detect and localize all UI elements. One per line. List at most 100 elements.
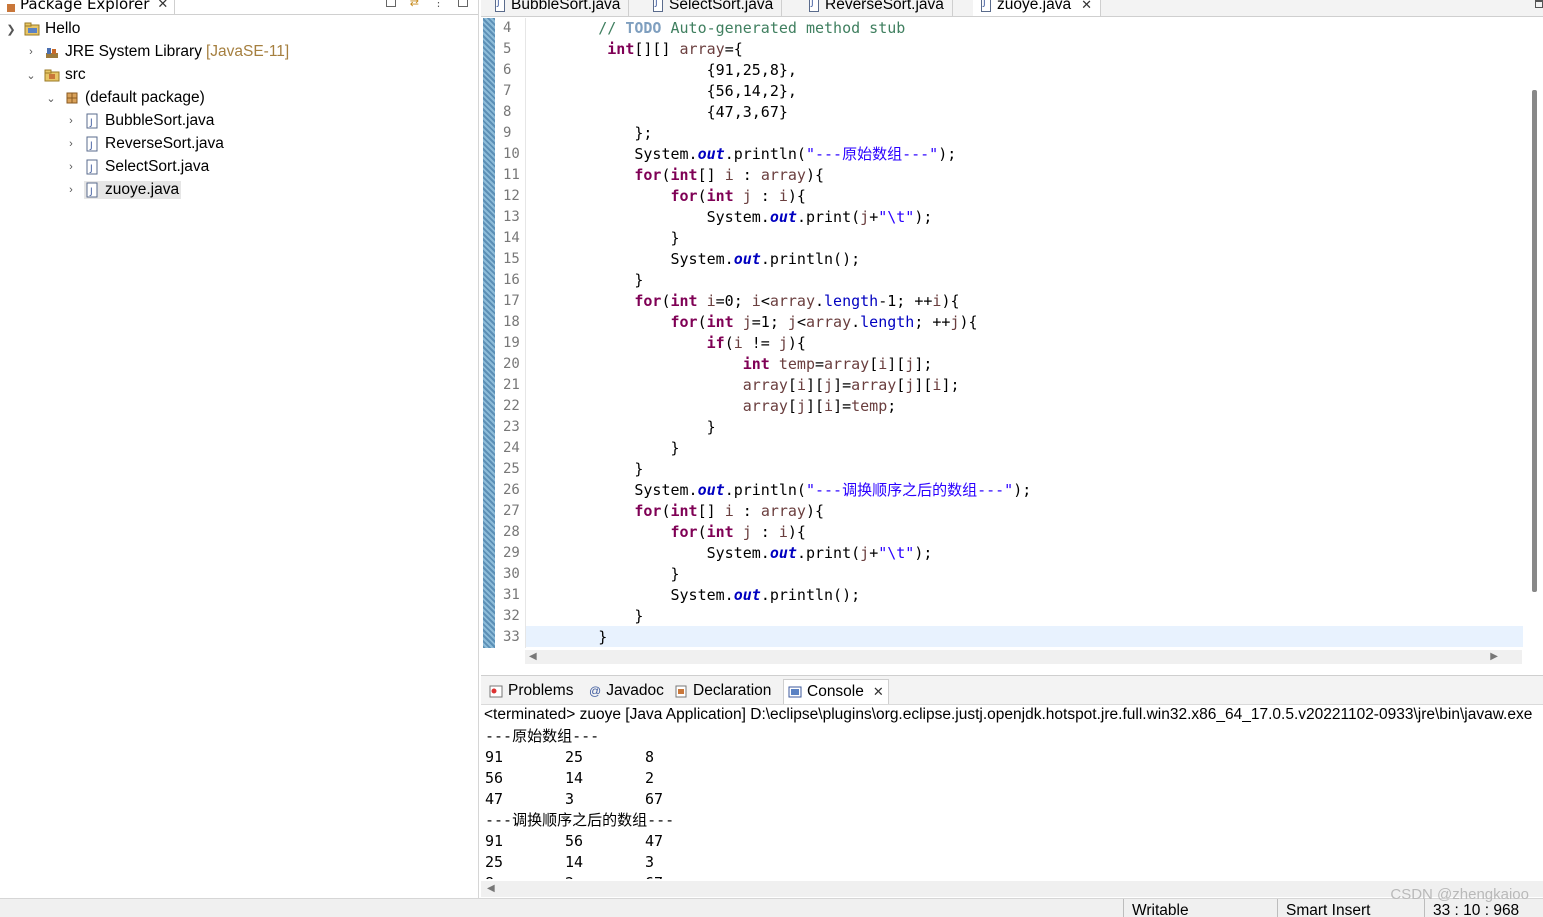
- scroll-right-icon[interactable]: ▶: [1490, 650, 1498, 664]
- minimize-icon[interactable]: [458, 0, 468, 7]
- scroll-left-icon[interactable]: ◀: [529, 650, 537, 664]
- editor-tab-bar: BubbleSort.java SelectSort.java ReverseS…: [481, 0, 1543, 17]
- tab-reversesort[interactable]: ReverseSort.java: [801, 0, 953, 16]
- code-line: {56,14,2},: [526, 82, 797, 100]
- view-menu-icon[interactable]: ⋮: [433, 0, 444, 9]
- vertical-scrollbar-thumb[interactable]: [1532, 90, 1537, 592]
- tab-selectsort[interactable]: SelectSort.java: [645, 0, 783, 16]
- chevron-down-icon[interactable]: ⌄: [24, 69, 38, 82]
- output-cell: 56: [485, 769, 504, 787]
- output-cell: 67: [645, 873, 725, 879]
- tree-item-label: src: [65, 66, 86, 83]
- java-file-icon: J: [84, 159, 100, 175]
- console-horizontal-scrollbar[interactable]: ◀: [481, 881, 1543, 897]
- chevron-right-icon[interactable]: ›: [64, 115, 78, 127]
- output-cell: 25: [485, 853, 504, 871]
- tab-console[interactable]: Console ✕: [783, 679, 889, 704]
- line-number: 16: [503, 272, 520, 288]
- horizontal-scrollbar[interactable]: ◀ ▶: [525, 650, 1522, 664]
- maximize-icon[interactable]: [1535, 0, 1543, 8]
- console-line: ---原始数组---: [485, 727, 600, 745]
- tree-item-selectsort[interactable]: › J SelectSort.java: [64, 156, 209, 178]
- code-line: System.out.println();: [526, 250, 861, 268]
- console-line: 25 14 3: [485, 852, 1535, 873]
- line-number: 31: [503, 587, 520, 603]
- svg-text:J: J: [89, 164, 93, 174]
- code-line: for(int j : i){: [670, 523, 806, 541]
- close-icon[interactable]: ✕: [157, 0, 168, 12]
- tree-item-src[interactable]: ⌄ src: [24, 64, 86, 86]
- tab-zuoye[interactable]: zuoye.java ✕: [973, 0, 1102, 16]
- line-number: 33: [503, 629, 520, 645]
- tab-label: Declaration: [693, 682, 772, 699]
- java-file-icon: J: [84, 182, 100, 198]
- bottom-panel: Problems @ Javadoc Declaration Console ✕…: [481, 675, 1543, 899]
- tree-item-bubblesort[interactable]: › J BubbleSort.java: [64, 110, 214, 132]
- line-number: 12: [503, 188, 520, 204]
- code-line: for(int j=1; j<array.length; ++j){: [670, 313, 978, 331]
- tree-item-label: (default package): [85, 89, 205, 106]
- line-number: 8: [503, 104, 512, 120]
- code-text-area[interactable]: // TODO Auto-generated method stub int[]…: [525, 18, 1523, 648]
- chevron-down-icon[interactable]: ⌄: [44, 92, 58, 105]
- line-number: 22: [503, 398, 520, 414]
- code-line: }: [526, 607, 644, 625]
- tree-item-reversesort[interactable]: › J ReverseSort.java: [64, 133, 224, 155]
- line-number: 18: [503, 314, 520, 330]
- console-output[interactable]: ---原始数组--- 91 25 8 56 14 2 47 3 67 ---调换…: [485, 726, 1535, 879]
- console-process-header: <terminated> zuoye [Java Application] D:…: [484, 706, 1533, 723]
- tab-bubblesort[interactable]: BubbleSort.java: [487, 0, 630, 16]
- chevron-right-icon[interactable]: ›: [64, 161, 78, 173]
- code-line: for(int i=0; i<array.length-1; ++i){: [634, 292, 960, 310]
- console-line: 91 25 8: [485, 747, 1535, 768]
- java-file-icon: J: [84, 113, 100, 129]
- collapse-all-icon[interactable]: [385, 0, 396, 7]
- console-line: 47 3 67: [485, 789, 1535, 810]
- project-icon: [24, 21, 40, 37]
- code-line: }: [526, 271, 644, 289]
- scroll-left-icon[interactable]: ◀: [487, 882, 495, 896]
- code-line: System.out.print(j+"\t");: [526, 544, 933, 562]
- package-explorer-icon: [6, 0, 16, 12]
- tree-item-project-hello[interactable]: ❯ Hello: [4, 18, 80, 40]
- chevron-right-icon[interactable]: ›: [64, 138, 78, 150]
- code-line: };: [526, 124, 653, 142]
- tree-item-zuoye[interactable]: › J zuoye.java: [64, 179, 182, 201]
- line-number: 9: [503, 125, 512, 141]
- link-with-editor-icon[interactable]: ⇄: [410, 0, 419, 9]
- java-file-icon: [809, 0, 819, 12]
- line-number: 27: [503, 503, 520, 519]
- package-explorer-tab[interactable]: Package Explorer ✕: [0, 0, 176, 14]
- output-cell: 3: [645, 853, 655, 871]
- code-line: System.out.println("---调换顺序之后的数组---");: [526, 481, 1032, 499]
- problems-icon: [489, 685, 503, 698]
- svg-text:J: J: [89, 141, 93, 151]
- code-line: int temp=array[i][j];: [742, 355, 933, 373]
- chevron-right-icon[interactable]: ›: [24, 46, 38, 58]
- code-line: }: [526, 418, 716, 436]
- line-number: 24: [503, 440, 520, 456]
- current-line-highlight: [526, 626, 1523, 647]
- code-line: // TODO Auto-generated method stub: [598, 19, 906, 37]
- java-file-icon: [495, 0, 505, 12]
- line-number: 15: [503, 251, 520, 267]
- console-line: 91 56 47: [485, 831, 1535, 852]
- tab-javadoc[interactable]: @ Javadoc: [585, 679, 668, 703]
- tree-item-jre-library[interactable]: › JRE System Library [JavaSE-11]: [24, 41, 289, 63]
- tab-declaration[interactable]: Declaration: [670, 679, 775, 703]
- chevron-down-icon[interactable]: ❯: [4, 23, 18, 36]
- code-line: for(int j : i){: [670, 187, 806, 205]
- output-cell: 14: [565, 853, 584, 871]
- status-writable: Writable: [1132, 902, 1189, 917]
- line-number-gutter: 4 5 6 7 8 9 10 11 12 13 14 15 16 17 18 1…: [495, 18, 525, 648]
- chevron-right-icon[interactable]: ›: [64, 184, 78, 196]
- explorer-toolbar: ⇄ ⋮: [385, 0, 468, 9]
- tab-problems[interactable]: Problems: [485, 679, 577, 703]
- status-bar: Writable Smart Insert 33 : 10 : 968: [0, 898, 1543, 917]
- close-icon[interactable]: ✕: [1081, 0, 1092, 13]
- close-icon[interactable]: ✕: [873, 684, 884, 700]
- package-explorer-view: Package Explorer ✕ ⇄ ⋮ ❯ Hello › JRE Sys…: [0, 0, 479, 898]
- status-insert-mode[interactable]: Smart Insert: [1286, 899, 1370, 917]
- java-editor: BubbleSort.java SelectSort.java ReverseS…: [481, 0, 1543, 668]
- tree-item-default-package[interactable]: ⌄ (default package): [44, 87, 205, 109]
